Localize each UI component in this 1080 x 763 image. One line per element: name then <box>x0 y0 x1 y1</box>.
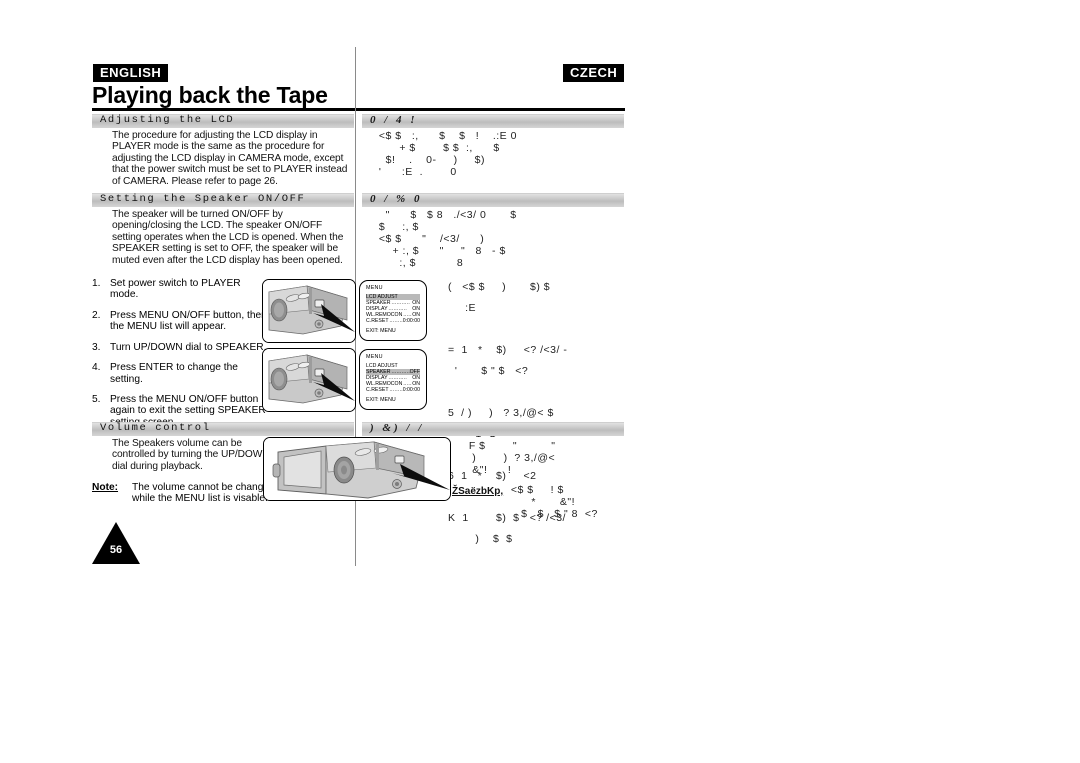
step-number: 5. <box>92 394 101 406</box>
osd-row-list: LCD ADJUST SPEAKER ........... ON DISPLA… <box>366 293 420 324</box>
section-header-volume-control-czech: ) &) / / <box>362 422 624 436</box>
step-text: Turn UP/DOWN dial to SPEAKER. <box>110 342 267 354</box>
list-item: 2. Press MENU ON/OFF button, then the ME… <box>92 310 267 333</box>
osd-row-c-reset[interactable]: C.RESET ........... 0:00:00 <box>366 387 420 393</box>
osd-menu-speaker-off: MENU LCD ADJUST SPEAKER ........... OFF … <box>359 349 427 410</box>
step-number: 4. <box>92 362 101 374</box>
paragraph-volume-control: The Speakers volume can be controlled by… <box>112 438 270 472</box>
section-header-setting-speaker: Setting the Speaker ON/OFF <box>92 193 354 207</box>
note-text-czech: <$ $ ! $ * &"! $ $ $ " 8 <? <box>510 484 598 520</box>
step-number: 3. <box>92 342 101 354</box>
section-header-label: Setting the Speaker ON/OFF <box>100 193 306 205</box>
paragraph-volume-control-czech: F $ " " ) ) ? 3,/@< &"! ! <box>468 440 556 476</box>
note-block: Note: The volume cannot be changed while… <box>92 482 287 505</box>
section-header-label: Volume control <box>100 422 211 434</box>
osd-row-value: 0:00:00 <box>402 317 420 324</box>
osd-exit-label: EXIT: MENU <box>366 396 396 403</box>
osd-exit-label: EXIT: MENU <box>366 327 396 334</box>
osd-row-dots: ........... <box>389 317 403 324</box>
section-header-label: 0 / % 0 <box>370 193 423 205</box>
osd-title: MENU <box>366 354 383 360</box>
page-number: 56 <box>109 544 123 556</box>
page-number-badge: 56 <box>92 522 140 564</box>
numbered-step-list: 1. Set power switch to PLAYER mode. 2. P… <box>92 278 267 437</box>
camcorder-lcd-photo-svg <box>264 438 450 500</box>
osd-row-dots: ........... <box>389 386 403 393</box>
osd-menu-speaker-on: MENU LCD ADJUST SPEAKER ........... ON D… <box>359 280 427 341</box>
paragraph-setting-speaker: The speaker will be turned ON/OFF by ope… <box>112 209 344 266</box>
section-header-label: Adjusting the LCD <box>100 114 235 126</box>
language-tag-czech: CZECH <box>563 64 625 82</box>
note-label-czech: ŽSaëzbKp, <box>452 486 504 497</box>
camcorder-side-menu-button-illustration-2 <box>262 348 356 412</box>
section-header-setting-speaker-czech: 0 / % 0 <box>362 193 624 207</box>
step-text: Press ENTER to change the setting. <box>110 362 238 385</box>
triangle-shape <box>92 522 140 564</box>
paragraph-adjusting-lcd-czech: <$ $ :, $ $ ! .:E 0 + $ $ $ :, $ $! . 0-… <box>378 130 517 178</box>
camcorder-lcd-open-illustration <box>263 437 451 501</box>
step-text: Press MENU ON/OFF button, then the MENU … <box>110 309 267 332</box>
osd-row-value: 0:00:00 <box>402 386 420 393</box>
language-tag-english: ENGLISH <box>93 64 169 82</box>
paragraph-adjusting-lcd: The procedure for adjusting the LCD disp… <box>112 130 348 187</box>
step-number: 1. <box>92 278 101 289</box>
osd-title: MENU <box>366 285 383 291</box>
paragraph-setting-speaker-czech: " $ $ 8 ./<3/ 0 $ $ :, $ <$ $ " /<3/ ) +… <box>378 209 517 269</box>
page-title: Playing back the Tape <box>92 82 328 108</box>
osd-row-c-reset[interactable]: C.RESET ........... 0:00:00 <box>366 318 420 324</box>
step-number: 2. <box>92 309 101 321</box>
camcorder-side-photo-svg <box>263 280 355 342</box>
step-text: Set power switch to PLAYER mode. <box>110 278 241 301</box>
list-item: 1. Set power switch to PLAYER mode. <box>92 278 267 301</box>
list-item: 4. Press ENTER to change the setting. <box>92 362 267 385</box>
osd-row-name: C.RESET <box>366 317 389 324</box>
osd-row-name: C.RESET <box>366 386 389 393</box>
section-header-adjusting-lcd-czech: 0 / 4 ! <box>362 114 624 128</box>
osd-row-list: LCD ADJUST SPEAKER ........... OFF DISPL… <box>366 363 420 393</box>
section-header-label: 0 / 4 ! <box>370 114 418 126</box>
section-header-adjusting-lcd: Adjusting the LCD <box>92 114 354 128</box>
list-item: 3. Turn UP/DOWN dial to SPEAKER. <box>92 342 267 353</box>
title-rule <box>92 108 625 111</box>
camcorder-side-photo-svg <box>263 349 355 411</box>
manual-page: ENGLISH CZECH Playing back the Tape Adju… <box>0 0 1080 763</box>
section-header-volume-control: Volume control <box>92 422 354 436</box>
section-header-label: ) &) / / <box>370 422 425 434</box>
note-label: Note: <box>92 482 119 493</box>
camcorder-side-menu-button-illustration-1 <box>262 279 356 343</box>
